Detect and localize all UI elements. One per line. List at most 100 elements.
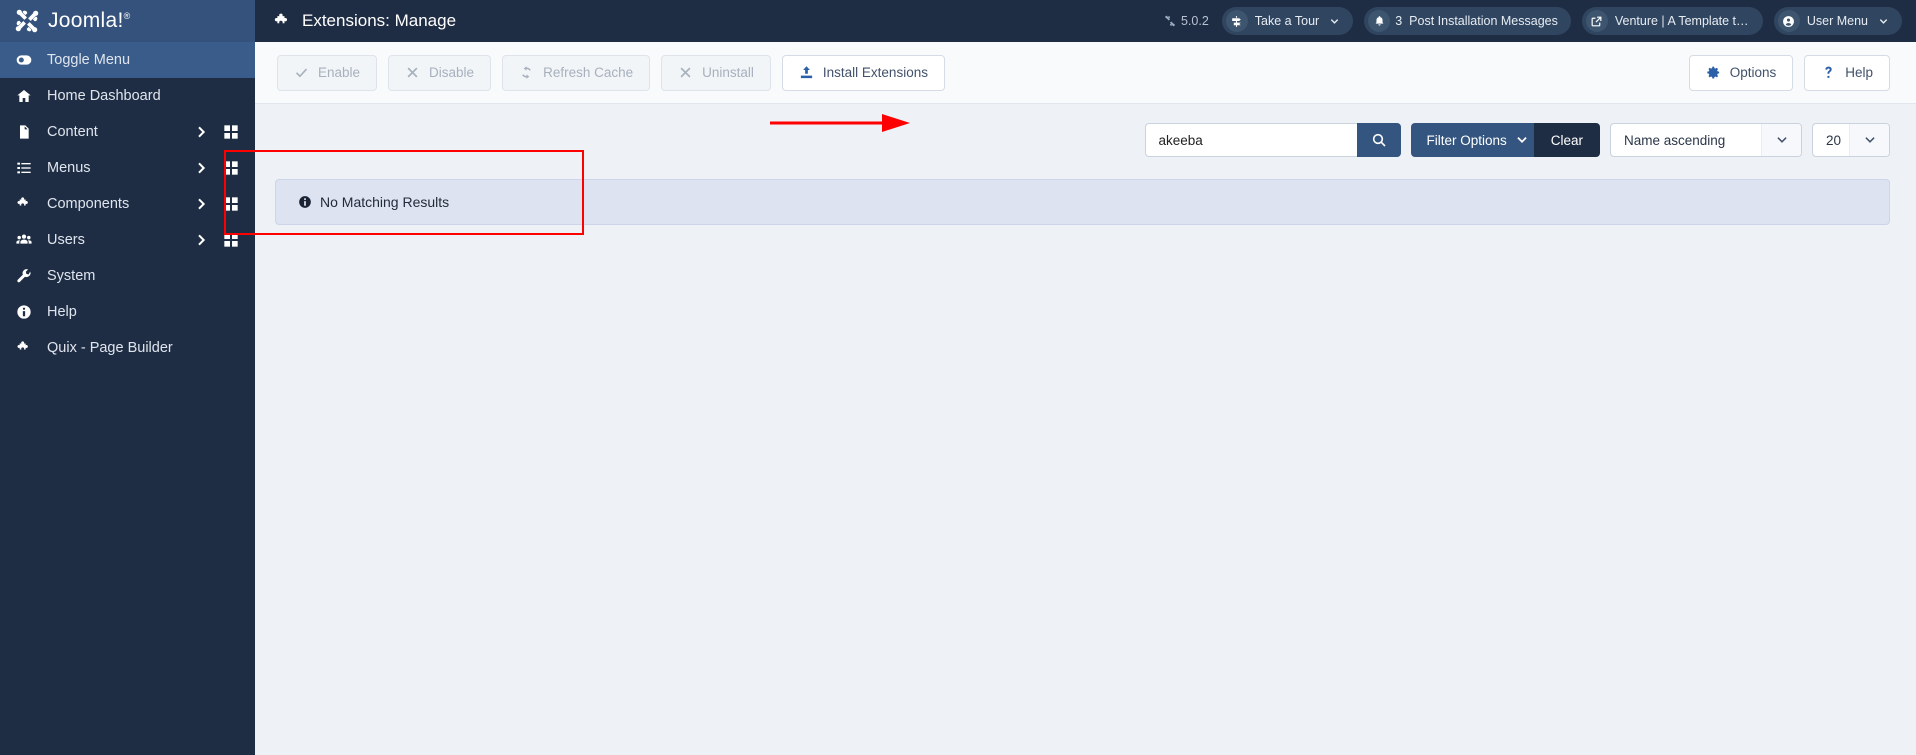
page-title: Extensions: Manage — [302, 11, 457, 30]
toggle-icon — [13, 52, 35, 68]
sidebar-item-menus[interactable]: Menus — [0, 150, 255, 186]
refresh-cache-label: Refresh Cache — [543, 65, 634, 80]
sort-select[interactable]: Name ascending — [1610, 123, 1802, 157]
header-actions: 5.0.2 Take a Tour 3 Post Installation Me… — [1164, 7, 1916, 35]
main-content: Enable Disable Refresh Cache Uninstall I… — [255, 42, 1916, 755]
sidebar-item-system[interactable]: System — [0, 258, 255, 294]
search-button[interactable] — [1357, 123, 1402, 157]
chevron-right-icon[interactable] — [193, 232, 209, 248]
take-a-tour-label: Take a Tour — [1254, 14, 1320, 28]
chevron-down-icon — [1517, 137, 1527, 143]
upload-icon — [800, 66, 813, 79]
puzzle-piece-icon — [273, 12, 292, 31]
puzzle-piece-icon — [13, 196, 35, 212]
grid-icon[interactable] — [223, 124, 239, 140]
x-icon — [407, 67, 418, 78]
joomla-logo-icon — [14, 8, 40, 34]
file-document-icon — [13, 124, 35, 140]
brand-name: Joomla!® — [48, 9, 131, 32]
chevron-down-icon — [1331, 18, 1339, 24]
list-limit-select[interactable]: 20 — [1812, 123, 1890, 157]
filter-options-label: Filter Options — [1426, 132, 1507, 148]
wrench-icon — [13, 268, 35, 284]
uninstall-button[interactable]: Uninstall — [661, 54, 771, 91]
brand-logo-area[interactable]: Joomla!® — [0, 0, 255, 42]
info-circle-icon — [299, 196, 311, 208]
messages-count: 3 — [1395, 14, 1403, 28]
x-icon — [680, 67, 691, 78]
chevron-down-icon[interactable] — [1849, 124, 1889, 156]
search-icon — [1373, 133, 1387, 147]
sidebar-item-components[interactable]: Components — [0, 186, 255, 222]
sidebar-item-home-dashboard[interactable]: Home Dashboard — [0, 78, 255, 114]
refresh-cache-button[interactable]: Refresh Cache — [502, 54, 651, 91]
options-button[interactable]: Options — [1688, 54, 1794, 91]
sidebar-item-label: Menus — [47, 160, 91, 176]
search-input[interactable] — [1145, 123, 1358, 157]
help-label: Help — [1845, 65, 1873, 80]
sidebar-item-label: Users — [47, 232, 85, 248]
top-bar: Joomla!® Extensions: Manage 5.0.2 Take a… — [0, 0, 1916, 42]
post-installation-messages-button[interactable]: 3 Post Installation Messages — [1364, 7, 1571, 35]
post-installation-messages-label: Post Installation Messages — [1409, 14, 1558, 28]
action-toolbar: Enable Disable Refresh Cache Uninstall I… — [255, 42, 1916, 104]
filter-clear-group: Filter Options Clear — [1411, 123, 1600, 157]
sidebar-item-label: Components — [47, 196, 130, 212]
enable-button[interactable]: Enable — [277, 54, 378, 91]
help-button[interactable]: Help — [1804, 54, 1890, 91]
alert-message: No Matching Results — [320, 194, 450, 210]
sidebar-item-toggle-menu[interactable]: Toggle Menu — [0, 42, 255, 78]
users-icon — [13, 232, 35, 248]
user-menu-button[interactable]: User Menu — [1773, 7, 1902, 35]
sidebar-item-content[interactable]: Content — [0, 114, 255, 150]
options-label: Options — [1729, 65, 1777, 80]
chevron-down-icon — [1879, 18, 1888, 24]
install-extensions-button[interactable]: Install Extensions — [781, 54, 945, 91]
bell-icon — [1368, 10, 1391, 32]
signpost-icon — [1225, 10, 1248, 32]
puzzle-piece-icon — [13, 340, 35, 356]
chevron-right-icon[interactable] — [193, 124, 209, 140]
enable-label: Enable — [318, 65, 361, 80]
grid-icon[interactable] — [223, 232, 239, 248]
page-title-area: Extensions: Manage — [255, 11, 1164, 31]
limit-value: 20 — [1826, 132, 1842, 148]
joomla-version-badge: 5.0.2 — [1164, 14, 1209, 28]
sidebar-navigation: Toggle Menu Home Dashboard Content Menus… — [0, 42, 255, 755]
version-number: 5.0.2 — [1180, 14, 1209, 28]
clear-button[interactable]: Clear — [1533, 123, 1600, 157]
home-icon — [13, 88, 35, 104]
sort-value: Name ascending — [1624, 132, 1726, 148]
chevron-down-icon[interactable] — [1761, 124, 1801, 156]
user-circle-icon — [1777, 10, 1800, 32]
disable-button[interactable]: Disable — [388, 54, 492, 91]
sidebar-item-quix-page-builder[interactable]: Quix - Page Builder — [0, 330, 255, 366]
chevron-right-icon[interactable] — [193, 160, 209, 176]
external-link-icon — [1585, 10, 1608, 32]
filter-options-button[interactable]: Filter Options — [1411, 123, 1544, 157]
search-group — [1145, 123, 1402, 157]
list-icon — [13, 160, 35, 176]
user-menu-label: User Menu — [1806, 14, 1868, 28]
sidebar-item-help[interactable]: Help — [0, 294, 255, 330]
sidebar-item-label: System — [47, 268, 96, 284]
sidebar-item-label: Help — [47, 304, 77, 320]
alert-area: No Matching Results — [255, 157, 1916, 225]
sidebar-item-label: Toggle Menu — [47, 52, 131, 68]
chevron-right-icon[interactable] — [193, 196, 209, 212]
grid-icon[interactable] — [223, 160, 239, 176]
disable-label: Disable — [429, 65, 475, 80]
site-preview-button[interactable]: Venture | A Template to Star... — [1581, 7, 1763, 35]
refresh-icon — [522, 66, 531, 79]
sidebar-item-users[interactable]: Users — [0, 222, 255, 258]
clear-label: Clear — [1550, 132, 1583, 148]
joomla-mini-icon — [1165, 15, 1175, 27]
install-extensions-label: Install Extensions — [822, 65, 928, 80]
filter-bar: Filter Options Clear Name ascending 20 — [255, 104, 1916, 157]
sidebar-item-label: Home Dashboard — [47, 88, 161, 104]
grid-icon[interactable] — [223, 196, 239, 212]
sidebar-item-label: Content — [47, 124, 98, 140]
take-a-tour-button[interactable]: Take a Tour — [1221, 7, 1354, 35]
site-name-label: Venture | A Template to Star... — [1614, 14, 1750, 28]
uninstall-label: Uninstall — [702, 65, 754, 80]
